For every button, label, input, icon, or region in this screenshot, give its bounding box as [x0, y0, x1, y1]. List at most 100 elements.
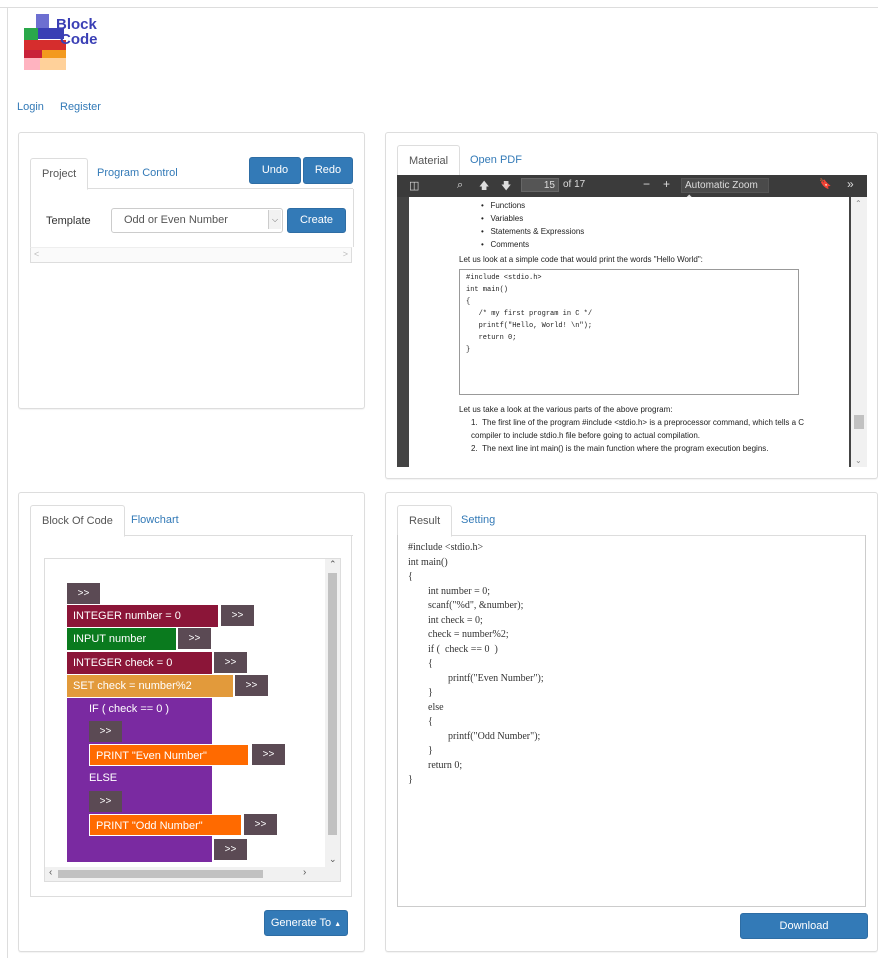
pdf-viewer: ◫ ⌕ 🡅 🡇 15 of 17 − + Automatic Zoom ⬍ 🔖 …: [397, 175, 867, 467]
zoom-select[interactable]: Automatic Zoom ⬍: [681, 178, 769, 205]
tab-material[interactable]: Material: [397, 145, 461, 177]
blockcode-logo[interactable]: Block Code: [22, 14, 102, 70]
pdf-numbered-item-text: The first line of the program #include <…: [471, 418, 805, 440]
workspace-hscroll-thumb[interactable]: [58, 870, 263, 878]
pdf-intro: Let us look at a simple code that would …: [459, 255, 703, 264]
result-panel: Result Setting #include <stdio.h> int mai…: [385, 492, 878, 952]
block-integer-check[interactable]: INTEGER check = 0: [67, 652, 212, 674]
blocks-tabs: Block Of Code Flowchart: [30, 505, 353, 537]
previous-page-icon[interactable]: 🡅: [479, 179, 489, 196]
code-line: }: [408, 687, 433, 698]
code-line: printf("Even Number");: [408, 672, 544, 684]
register-link[interactable]: Register: [60, 101, 101, 113]
scroll-down-icon[interactable]: ⌄: [329, 854, 337, 865]
code-line: printf("Odd Number");: [408, 730, 541, 742]
pdf-bullet-text: Comments: [490, 240, 530, 249]
code-line: check = number%2;: [408, 629, 509, 640]
pdf-vertical-scrollbar[interactable]: ⌃ ⌄: [851, 197, 867, 467]
add-block-button[interactable]: >>: [67, 583, 100, 604]
download-button[interactable]: Download: [740, 913, 868, 939]
workspace-vertical-scrollbar[interactable]: ⌃ ⌄: [325, 559, 340, 867]
generate-to-label: Generate To: [270, 917, 332, 929]
block-integer-number[interactable]: INTEGER number = 0: [67, 605, 218, 627]
block-if-check[interactable]: IF ( check == 0 ): [83, 698, 203, 720]
generated-code-textarea[interactable]: #include <stdio.h> int main() { int number…: [397, 535, 866, 907]
add-block-button[interactable]: >>: [89, 791, 122, 812]
code-line: }: [408, 774, 413, 785]
create-button[interactable]: Create: [287, 208, 346, 233]
scroll-down-icon[interactable]: ⌄: [855, 456, 862, 465]
horizontal-scrollbar[interactable]: < >: [30, 247, 352, 263]
tab-program-control[interactable]: Program Control: [86, 158, 189, 188]
pdf-bullet: • Statements & Expressions: [481, 227, 585, 236]
pdf-code-line: printf("Hello, World! \n");: [466, 322, 593, 330]
scroll-left-icon[interactable]: ‹: [49, 867, 52, 878]
add-block-button[interactable]: >>: [244, 814, 277, 835]
block-workspace[interactable]: >> INTEGER number = 0 >> INPUT number >>…: [44, 558, 341, 882]
undo-button[interactable]: Undo: [249, 157, 301, 184]
scroll-right-icon[interactable]: ›: [303, 867, 306, 878]
pdf-code-line: int main(): [466, 286, 509, 294]
pdf-parts-intro: Let us take a look at the various parts …: [459, 405, 673, 414]
pdf-numbered-item: 1. The first line of the program #includ…: [471, 418, 805, 440]
pdf-bullet-text: Functions: [490, 201, 526, 210]
pdf-numbered-item: 2. The next line int main() is the main …: [471, 444, 769, 453]
blocks-tab-content: >> INTEGER number = 0 >> INPUT number >>…: [30, 535, 352, 897]
pdf-numbered-item-text: The next line int main() is the main fun…: [482, 444, 769, 453]
blocks-panel: Block Of Code Flowchart >> INTEGER numbe…: [18, 492, 365, 952]
tab-flowchart[interactable]: Flowchart: [120, 505, 190, 535]
block-input-number[interactable]: INPUT number: [67, 628, 176, 650]
tab-result[interactable]: Result: [397, 505, 453, 537]
tools-more-icon[interactable]: »: [847, 177, 854, 191]
sidebar-toggle-icon[interactable]: ◫: [409, 179, 419, 192]
pdf-bullet-text: Statements & Expressions: [490, 227, 585, 236]
scroll-right-icon[interactable]: >: [343, 249, 348, 259]
block-else[interactable]: ELSE: [83, 767, 203, 789]
tab-block-of-code[interactable]: Block Of Code: [30, 505, 125, 537]
pdf-scroll-thumb[interactable]: [854, 415, 864, 429]
add-block-button[interactable]: >>: [89, 721, 122, 742]
code-line: return 0;: [408, 759, 463, 771]
workspace-horizontal-scrollbar[interactable]: ‹ ›: [45, 867, 340, 881]
add-block-button[interactable]: >>: [214, 652, 247, 673]
template-select-value: Odd or Even Number: [124, 214, 228, 226]
zoom-in-icon[interactable]: +: [663, 177, 670, 191]
tab-open-pdf[interactable]: Open PDF: [459, 145, 533, 175]
project-panel: Project Program Control Undo Redo Templa…: [18, 132, 365, 409]
pdf-code-line: #include <stdio.h>: [466, 274, 542, 282]
zoom-out-icon[interactable]: −: [643, 177, 650, 191]
scroll-up-icon[interactable]: ⌃: [329, 559, 337, 570]
zoom-select-value: Automatic Zoom: [685, 180, 758, 191]
add-block-button[interactable]: >>: [235, 675, 268, 696]
next-page-icon[interactable]: 🡇: [501, 179, 511, 196]
add-block-button[interactable]: >>: [252, 744, 285, 765]
code-line: int main(): [408, 556, 448, 568]
tab-setting[interactable]: Setting: [450, 505, 506, 535]
generate-to-button[interactable]: Generate To ▲: [264, 910, 348, 936]
template-select[interactable]: Odd or Even Number ⌵: [111, 208, 283, 233]
redo-button[interactable]: Redo: [303, 157, 353, 184]
add-block-button[interactable]: >>: [221, 605, 254, 626]
login-link[interactable]: Login: [17, 101, 44, 113]
material-tabs: Material Open PDF: [397, 145, 866, 177]
add-block-button[interactable]: >>: [214, 839, 247, 860]
add-block-button[interactable]: >>: [178, 628, 211, 649]
pdf-bullet-list: • Functions • Variables • Statements & E…: [481, 199, 584, 251]
block-print-even[interactable]: PRINT "Even Number": [89, 744, 249, 766]
caret-up-icon: ▲: [334, 921, 342, 928]
material-panel: Material Open PDF ◫ ⌕ 🡅 🡇 15 of 17 − + A…: [385, 132, 878, 479]
block-set-check[interactable]: SET check = number%2: [67, 675, 233, 697]
template-label: Template: [46, 215, 91, 227]
tab-project[interactable]: Project: [30, 158, 89, 190]
scroll-left-icon[interactable]: <: [34, 249, 39, 259]
page-number-input[interactable]: 15: [521, 178, 559, 192]
pdf-bullet: • Variables: [481, 214, 524, 223]
pdf-page: • Functions • Variables • Statements & E…: [409, 197, 849, 467]
workspace-scroll-thumb[interactable]: [328, 573, 337, 835]
pdf-bullet: • Functions: [481, 201, 526, 210]
project-tab-content: Template Odd or Even Number ⌵ Create: [30, 189, 354, 247]
search-icon[interactable]: ⌕: [457, 179, 463, 192]
bookmark-icon[interactable]: 🔖: [819, 179, 831, 190]
scroll-up-icon[interactable]: ⌃: [855, 199, 862, 208]
block-print-odd[interactable]: PRINT "Odd Number": [89, 814, 242, 836]
